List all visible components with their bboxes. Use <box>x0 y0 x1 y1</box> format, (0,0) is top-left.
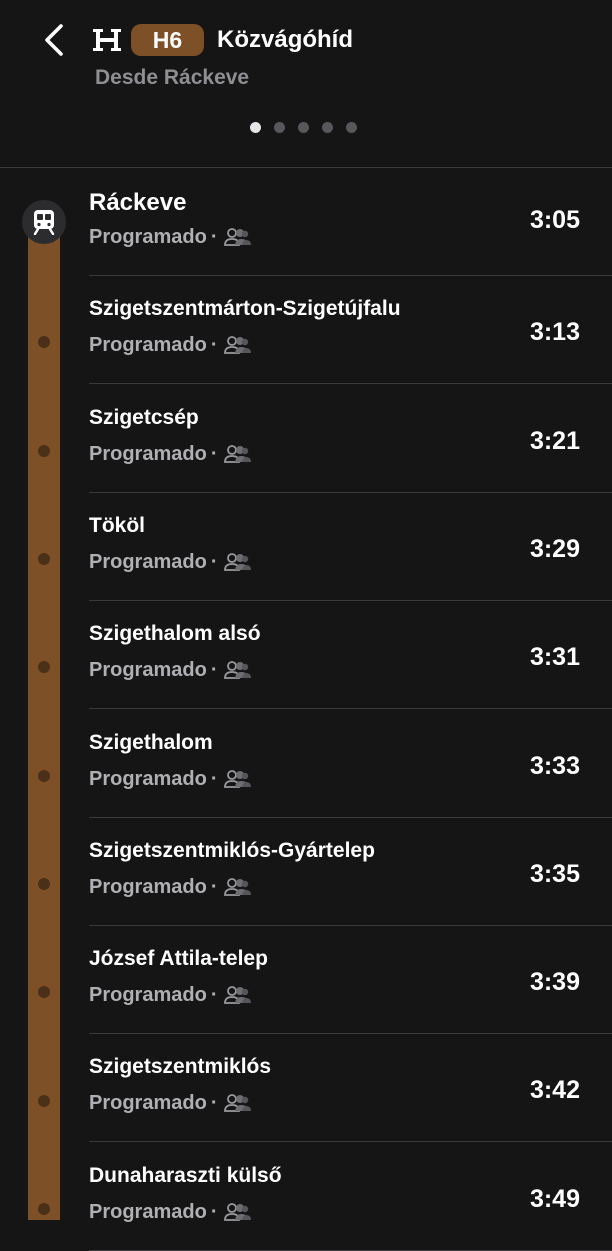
stop-status: Programado · <box>89 223 252 251</box>
stop-row[interactable]: Szigetszentmiklós Programado · 3:42 <box>0 1034 612 1143</box>
departure-time: 3:42 <box>529 1076 580 1105</box>
stop-marker <box>38 336 50 349</box>
departure-time: 3:05 <box>529 206 580 234</box>
stop-name: Dunaharaszti külső <box>89 1163 282 1187</box>
stop-marker <box>38 986 50 999</box>
stop-row[interactable]: József Attila-telep Programado · 3:39 <box>0 926 612 1035</box>
stop-name: Szigetszentmárton-Szigetújfalu <box>89 297 401 321</box>
stop-name: Szigethalom alsó <box>89 622 261 646</box>
departure-time: 3:13 <box>529 318 580 347</box>
stop-marker <box>38 553 50 566</box>
status-label: Programado <box>89 334 207 357</box>
status-label: Programado <box>89 984 207 1007</box>
status-label: Programado <box>89 442 207 465</box>
status-label: Programado <box>89 659 207 682</box>
status-separator: · <box>210 984 218 1007</box>
stop-marker <box>38 444 50 457</box>
status-separator: · <box>210 1200 218 1223</box>
stop-marker <box>38 1094 50 1107</box>
departure-time: 3:33 <box>529 751 580 780</box>
stop-row[interactable]: Szigetcsép Programado · 3:21 <box>0 385 612 493</box>
status-separator: · <box>210 875 218 898</box>
page-dot[interactable] <box>322 122 333 133</box>
status-separator: · <box>210 334 218 357</box>
departure-time: 3:35 <box>529 859 580 888</box>
stop-marker <box>38 661 50 674</box>
stop-status: Programado · <box>89 548 252 576</box>
occupancy-icon <box>223 1202 252 1222</box>
stop-marker <box>38 1202 50 1215</box>
stop-status: Programado · <box>89 1089 252 1117</box>
page-dot[interactable] <box>346 122 357 133</box>
stop-name: Szigetszentmiklós <box>89 1055 272 1079</box>
status-separator: · <box>210 1092 218 1115</box>
stop-row[interactable]: Dunaharaszti külső Programado · 3:49 <box>0 1143 612 1251</box>
page-dot[interactable] <box>274 122 285 133</box>
stop-row[interactable]: Szigethalom alsó Programado · 3:31 <box>0 601 612 710</box>
occupancy-icon <box>223 769 252 789</box>
departure-time: 3:49 <box>529 1184 580 1213</box>
status-separator: · <box>210 767 218 790</box>
stop-row[interactable]: Szigethalom Programado · 3:33 <box>0 710 612 818</box>
stop-status: Programado · <box>89 1198 252 1226</box>
stop-status: Programado · <box>89 765 252 793</box>
occupancy-icon <box>223 660 252 680</box>
stop-name: Szigetcsép <box>89 405 199 429</box>
chevron-left-icon <box>45 24 63 56</box>
status-separator: · <box>210 659 218 682</box>
departure-time: 3:31 <box>529 643 580 672</box>
occupancy-icon <box>223 335 252 355</box>
back-button[interactable] <box>38 22 72 58</box>
stop-status: Programado · <box>89 981 252 1009</box>
stop-name: Szigethalom <box>89 730 213 754</box>
stop-status: Programado · <box>89 873 252 901</box>
stop-name: Tököl <box>89 513 145 537</box>
stop-list[interactable]: Ráckeve Programado · 3:05 Szigetszentmárton-… <box>0 168 612 1251</box>
stop-marker <box>38 877 50 890</box>
stop-name: Ráckeve <box>89 189 187 216</box>
stop-row[interactable]: Ráckeve Programado · 3:05 <box>0 168 612 276</box>
page-dot[interactable] <box>298 122 309 133</box>
occupancy-icon <box>223 985 252 1005</box>
route-badge: H6 <box>131 24 204 56</box>
status-label: Programado <box>89 226 207 248</box>
origin-subtitle: Desde Ráckeve <box>95 66 250 89</box>
status-label: Programado <box>89 767 207 790</box>
occupancy-icon <box>223 552 252 572</box>
stop-marker <box>38 769 50 782</box>
departure-time: 3:39 <box>529 968 580 997</box>
status-separator: · <box>210 550 218 573</box>
status-label: Programado <box>89 875 207 898</box>
status-separator: · <box>210 442 218 465</box>
status-separator: · <box>210 226 218 248</box>
stop-name: József Attila-telep <box>89 947 268 971</box>
stop-row[interactable]: Szigetszentmiklós-Gyártelep Programado · 3:… <box>0 818 612 926</box>
trip-header: H6 Közvágóhíd Desde Ráckeve <box>0 0 612 168</box>
suburban-rail-icon <box>93 25 123 55</box>
page-indicator[interactable] <box>250 122 357 134</box>
occupancy-icon <box>223 444 252 464</box>
stop-status: Programado · <box>89 656 252 684</box>
stop-row[interactable]: Szigetszentmárton-Szigetújfalu Programado… <box>0 276 612 385</box>
stop-name: Szigetszentmiklós-Gyártelep <box>89 838 375 862</box>
occupancy-icon <box>223 1093 252 1113</box>
occupancy-icon <box>223 877 252 897</box>
departure-time: 3:21 <box>529 426 580 455</box>
status-label: Programado <box>89 1200 207 1223</box>
page-dot[interactable] <box>250 122 261 133</box>
stop-status: Programado · <box>89 331 252 359</box>
occupancy-icon <box>223 227 252 247</box>
destination-title: Közvágóhíd <box>217 26 353 53</box>
stop-row[interactable]: Tököl Programado · 3:29 <box>0 493 612 601</box>
departure-time: 3:29 <box>529 534 580 563</box>
stop-status: Programado · <box>89 440 252 468</box>
status-label: Programado <box>89 550 207 573</box>
status-label: Programado <box>89 1092 207 1115</box>
